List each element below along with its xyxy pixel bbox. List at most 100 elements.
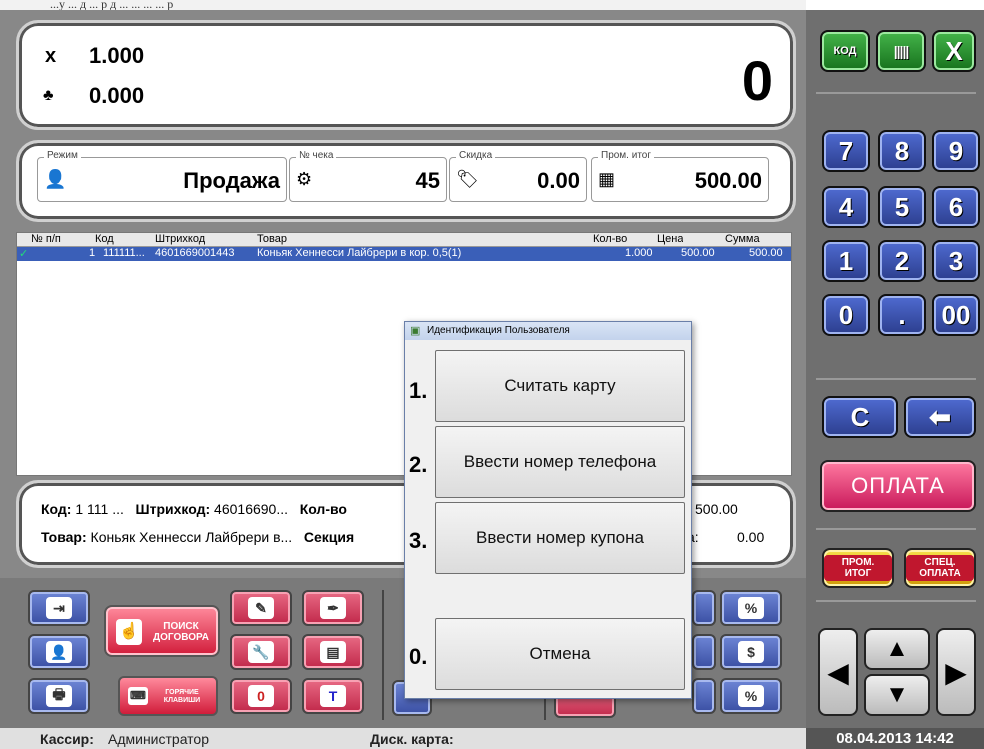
pencil-icon: ✎ [248,597,274,619]
subtotal-label: Пром. итог [598,150,655,161]
pay-button[interactable]: ОПЛАТА [820,460,976,512]
partial-button-a[interactable] [692,590,716,626]
enter-phone-button[interactable]: Ввести номер телефона [435,426,685,498]
clear-key[interactable]: С [822,396,898,438]
nav-down-button[interactable]: ▼ [864,674,930,716]
key-2[interactable]: 2 [878,240,926,282]
row-sum: 500.00 [749,247,783,259]
enter-phone-label: Ввести номер телефона [463,452,657,471]
detail-section-label: Секция [303,529,355,545]
subtotal-value: 500.00 [694,168,762,193]
keypad-panel [806,10,984,728]
clear-key-label: С [850,401,870,432]
key-7-label: 7 [838,135,854,166]
key-3[interactable]: 3 [932,240,980,282]
nav-left-button[interactable]: ◀ [818,628,858,716]
discount-remove-button[interactable]: % [720,678,782,714]
user-identification-dialog: ▣ Идентификация Пользователя 1. Считать … [404,321,692,699]
partial-button-b[interactable] [692,634,716,670]
special-pay-button-label: СПЕЦ. ОПЛАТА [906,555,974,581]
arrow-left-icon: ⬅ [929,401,951,432]
subtotal-button[interactable]: ПРОМ. ИТОГ [822,548,894,588]
discount-icon: 🏷 [456,169,479,189]
cancel-button[interactable]: Отмена [435,618,685,690]
enter-coupon-label: Ввести номер купона [476,528,644,547]
nav-up-button[interactable]: ▲ [864,628,930,670]
money-add-button[interactable]: $ [720,634,782,670]
percent-plus-icon: % [738,597,764,619]
subtotal-button-label: ПРОМ. ИТОГ [824,555,892,581]
key-4-label: 4 [838,191,854,222]
special-pay-button[interactable]: СПЕЦ. ОПЛАТА [904,548,976,588]
discount-add-button[interactable]: % [720,590,782,626]
key-4[interactable]: 4 [822,186,870,228]
key-00-label: 00 [941,299,971,330]
quantity-panel: x 1.000 ♣ 0.000 0 [16,20,796,130]
user-button[interactable]: 👤 [28,634,90,670]
option-2-number: 2. [409,452,428,477]
nav-right-button[interactable]: ▶ [936,628,976,716]
barcode-key[interactable]: ||||| [876,30,926,72]
key-0[interactable]: 0 [822,294,870,336]
col-header-code[interactable]: Код [95,233,114,245]
table-row[interactable]: ✓ 1 111111... 4601669001443 Коньяк Хенне… [17,247,791,261]
edit-button[interactable]: ✎ [230,590,292,626]
key-1-label: 1 [838,245,854,276]
separator [816,378,976,380]
key-8[interactable]: 8 [878,130,926,172]
key-1[interactable]: 1 [822,240,870,282]
zero-button[interactable]: 0 [230,678,292,714]
cashier-label: Кассир: [40,731,94,747]
hot-keys-label: ГОРЯЧИЕ КЛАВИШИ [163,689,201,704]
logout-button[interactable]: ⇥ [28,590,90,626]
key-6[interactable]: 6 [932,186,980,228]
cancel-key-label: X [945,35,963,66]
separator [816,600,976,602]
backspace-key[interactable]: ⬅ [904,396,976,438]
card-label: Диск. карта: [370,731,454,747]
mode-value: Продажа [183,168,280,193]
row-num: 1 [89,247,96,259]
sign-button[interactable]: ✒ [302,590,364,626]
tools-button[interactable]: 🔧 [230,634,292,670]
detail-discount-value: 0.00 [737,529,765,545]
enter-coupon-button[interactable]: Ввести номер купона [435,502,685,574]
key-9[interactable]: 9 [932,130,980,172]
arrow-down-icon: ▼ [885,681,909,708]
detail-product-label: Товар: [41,529,87,545]
key-dot[interactable]: . [878,294,926,336]
cancel-key[interactable]: X [932,30,976,72]
col-header-product[interactable]: Товар [257,233,287,245]
hot-keys-button[interactable]: ⌨ ГОРЯЧИЕ КЛАВИШИ [118,676,218,716]
key-7[interactable]: 7 [822,130,870,172]
pen-icon: ✒ [320,597,346,619]
col-header-qty[interactable]: Кол-во [593,233,627,245]
col-header-price[interactable]: Цена [657,233,683,245]
separator [816,528,976,530]
mode-field: Режим 👤 Продажа [37,150,287,202]
detail-code-label: Код: [41,501,72,517]
partial-button-c[interactable] [692,678,716,714]
text-button[interactable]: T [302,678,364,714]
dialog-app-icon: ▣ [410,325,421,337]
read-card-button[interactable]: Считать карту [435,350,685,422]
code-key[interactable]: КОД [820,30,870,72]
col-header-sum[interactable]: Сумма [725,233,760,245]
key-00[interactable]: 00 [932,294,980,336]
printer-button[interactable]: 🖶 [28,678,90,714]
dialog-title: Идентификация Пользователя [427,325,570,336]
key-8-label: 8 [894,135,910,166]
col-header-num[interactable]: № п/п [31,233,61,245]
quantity-symbol: x [45,45,57,67]
pay-button-label: ОПЛАТА [851,473,945,498]
key-5-label: 5 [894,191,910,222]
detail-barcode-label: Штрихкод: [135,501,211,517]
card-button[interactable]: ▤ [302,634,364,670]
col-header-barcode[interactable]: Штрихкод [155,233,205,245]
divider [382,590,384,720]
row-code: 111111... [103,247,145,259]
quantity-value: 1.000 [89,43,145,68]
search-contract-button[interactable]: ☝ ПОИСК ДОГОВОРА [104,605,220,657]
datetime: 08.04.2013 14:42 [806,728,984,749]
key-5[interactable]: 5 [878,186,926,228]
